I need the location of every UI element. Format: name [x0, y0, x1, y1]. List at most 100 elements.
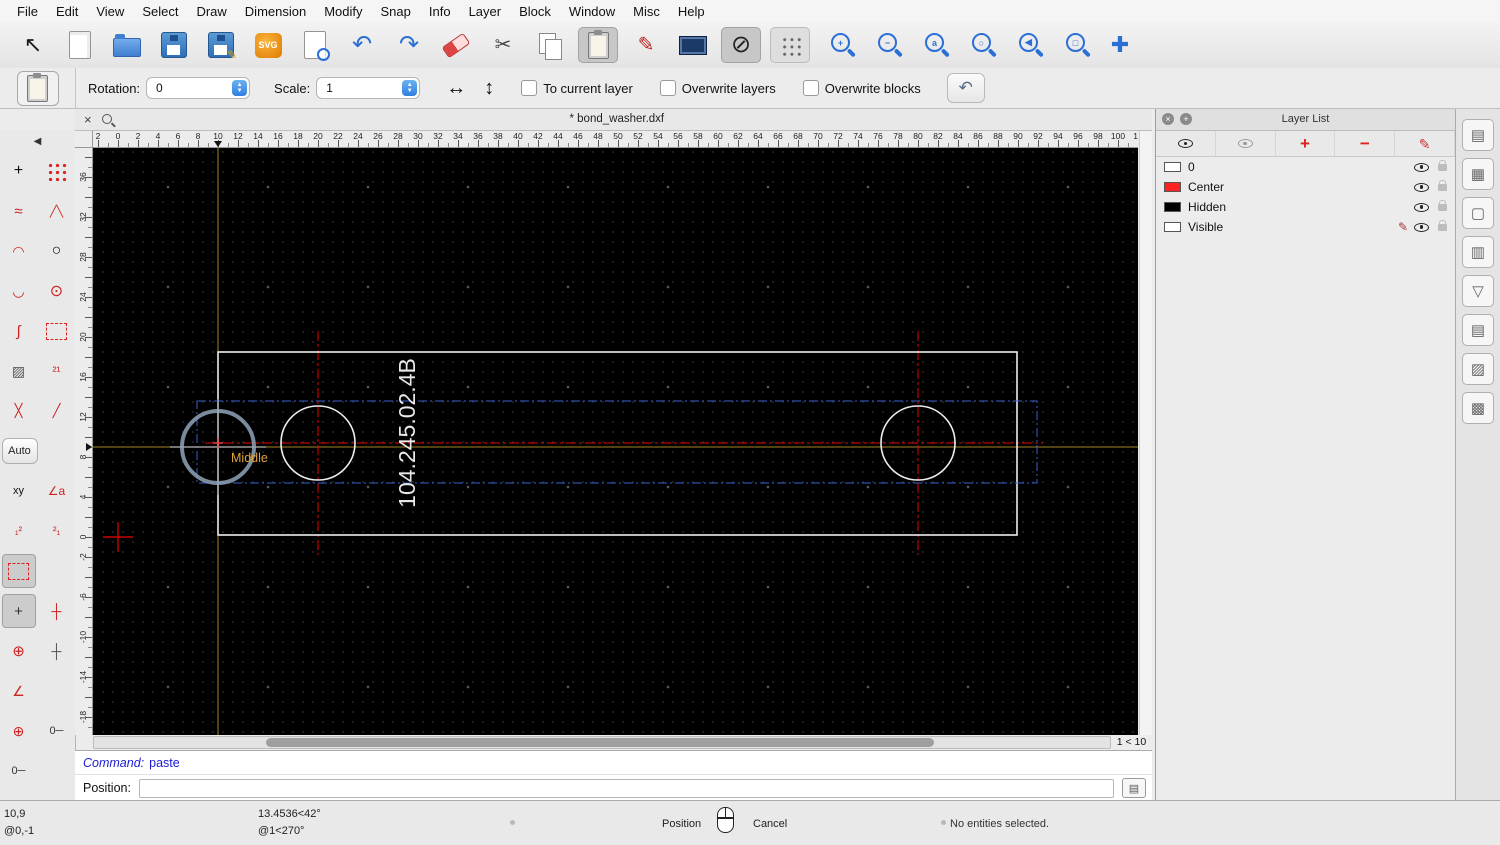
- zoom-auto-icon[interactable]: a: [913, 28, 951, 62]
- draw-order-tool[interactable]: ²¹: [40, 354, 74, 388]
- menu-item-help[interactable]: Help: [669, 4, 714, 19]
- position-input[interactable]: [138, 778, 1114, 798]
- pointer-tool-icon[interactable]: ↖: [14, 28, 52, 62]
- deselect-all-icon[interactable]: ⊘: [721, 27, 761, 63]
- draw-polyline-tool[interactable]: ╱╲: [40, 194, 74, 228]
- new-file-icon[interactable]: [61, 28, 99, 62]
- tab-zoom-icon[interactable]: [101, 114, 112, 124]
- menu-item-window[interactable]: Window: [560, 4, 624, 19]
- layer-row-0[interactable]: 0: [1156, 157, 1455, 177]
- layer-visibility-icon[interactable]: [1414, 202, 1429, 213]
- snap-sequence-2-tool[interactable]: ²₁: [40, 514, 74, 548]
- zoom-redraw-icon[interactable]: ○: [960, 28, 998, 62]
- draw-hatch-tool[interactable]: ▨: [2, 354, 36, 388]
- snap-intersection-tool[interactable]: ┼: [40, 634, 74, 668]
- select-window-icon[interactable]: [674, 28, 712, 62]
- snap-auto-button[interactable]: Auto: [1, 438, 38, 464]
- command-panel-button[interactable]: ▤: [1122, 778, 1146, 798]
- layer-row-hidden[interactable]: Hidden: [1156, 197, 1455, 217]
- remove-layer-button[interactable]: −: [1335, 131, 1396, 156]
- vertical-scrollbar[interactable]: [1139, 130, 1152, 750]
- drawing-canvas[interactable]: 104.245.02.4B Middle: [93, 148, 1138, 735]
- horizontal-scrollbar[interactable]: [93, 736, 1111, 749]
- draw-arc-tool[interactable]: ◠: [2, 234, 36, 268]
- menu-item-edit[interactable]: Edit: [47, 4, 87, 19]
- snap-center-tool[interactable]: ⊕: [2, 634, 36, 668]
- draw-arc-tangent-tool[interactable]: ◡: [2, 274, 36, 308]
- snap-distance-tool[interactable]: ⊕: [2, 714, 36, 748]
- flip-vertical-icon[interactable]: ↕: [484, 78, 494, 98]
- layer-lock-icon[interactable]: [1438, 179, 1447, 191]
- menu-item-snap[interactable]: Snap: [372, 4, 420, 19]
- redo-icon[interactable]: ↷: [390, 28, 428, 62]
- snap-grid-tool[interactable]: +: [1, 594, 36, 628]
- menu-item-dimension[interactable]: Dimension: [236, 4, 315, 19]
- zoom-previous-icon[interactable]: ◀: [1007, 28, 1045, 62]
- lock-relative-zero-tool[interactable]: 0─: [2, 754, 36, 788]
- grid-toggle-icon[interactable]: [770, 27, 810, 63]
- clipboard-dock-icon[interactable]: ▩: [1462, 392, 1494, 424]
- paste-icon[interactable]: [578, 27, 618, 63]
- zoom-in-icon[interactable]: +: [819, 28, 857, 62]
- draw-spline-tool[interactable]: ≈: [2, 194, 36, 228]
- select-area-tool[interactable]: [40, 314, 74, 348]
- command-dock-icon[interactable]: ▥: [1462, 236, 1494, 268]
- pen-attributes-icon[interactable]: ✎: [627, 28, 665, 62]
- layer-row-visible[interactable]: Visible ✎: [1156, 217, 1455, 237]
- copy-icon[interactable]: [531, 28, 569, 62]
- palette-collapse-icon[interactable]: ◀: [0, 130, 75, 152]
- print-preview-icon[interactable]: [296, 28, 334, 62]
- horizontal-scrollbar-thumb[interactable]: [266, 738, 934, 747]
- remove-entity-icon[interactable]: [437, 28, 475, 62]
- draw-points-grid-tool[interactable]: [40, 154, 74, 188]
- layer-lock-icon[interactable]: [1438, 159, 1447, 171]
- draw-freehand-tool[interactable]: ∫: [2, 314, 36, 348]
- layer-visibility-icon[interactable]: [1414, 162, 1429, 173]
- checkbox-overwrite-blocks[interactable]: Overwrite blocks: [802, 80, 921, 96]
- stepper-icon[interactable]: [232, 80, 248, 96]
- checkbox-to-current-layer[interactable]: To current layer: [521, 80, 633, 96]
- snap-sequence-1-tool[interactable]: ₁²: [2, 514, 36, 548]
- scale-combo[interactable]: 1: [316, 77, 421, 99]
- restrict-angle-tool[interactable]: ∠: [2, 674, 36, 708]
- modify-divide-tool[interactable]: ╳: [2, 394, 36, 428]
- undo-icon[interactable]: ↶: [343, 28, 381, 62]
- add-layer-button[interactable]: +: [1276, 131, 1336, 156]
- open-file-icon[interactable]: [108, 28, 146, 62]
- panel-close-icon[interactable]: ×: [1162, 113, 1174, 125]
- rotation-combo[interactable]: 0: [146, 77, 251, 99]
- block-list-dock-icon[interactable]: ▦: [1462, 158, 1494, 190]
- modify-stretch-tool[interactable]: ╱: [40, 394, 74, 428]
- menu-item-draw[interactable]: Draw: [187, 4, 235, 19]
- tab-close-icon[interactable]: ×: [84, 113, 92, 126]
- checkbox-icon[interactable]: [521, 80, 538, 96]
- checkbox-overwrite-layers[interactable]: Overwrite layers: [659, 80, 776, 96]
- layer-lock-icon[interactable]: [1438, 219, 1447, 231]
- snap-endpoint-tool[interactable]: ┼: [40, 594, 74, 628]
- pan-icon[interactable]: ✚: [1101, 28, 1139, 62]
- options-undo-button[interactable]: ↶: [946, 73, 985, 103]
- layer-visibility-icon[interactable]: [1414, 182, 1429, 193]
- zoom-window-icon[interactable]: □: [1054, 28, 1092, 62]
- checkbox-icon[interactable]: [659, 80, 676, 96]
- menu-item-select[interactable]: Select: [133, 4, 187, 19]
- show-all-layers-button[interactable]: [1156, 131, 1216, 156]
- layer-list-dock-icon[interactable]: ▢: [1462, 197, 1494, 229]
- panel-detach-icon[interactable]: +: [1180, 113, 1192, 125]
- menu-item-view[interactable]: View: [87, 4, 133, 19]
- menu-item-block[interactable]: Block: [510, 4, 560, 19]
- checkbox-icon[interactable]: [802, 80, 819, 96]
- zoom-out-icon[interactable]: −: [866, 28, 904, 62]
- menu-item-modify[interactable]: Modify: [315, 4, 371, 19]
- draw-point-tool[interactable]: +: [2, 154, 36, 188]
- menu-item-info[interactable]: Info: [420, 4, 460, 19]
- matrix-dock-icon[interactable]: ▨: [1462, 353, 1494, 385]
- library-browser-dock-icon[interactable]: ▤: [1462, 314, 1494, 346]
- layer-row-center[interactable]: Center: [1156, 177, 1455, 197]
- layer-visibility-icon[interactable]: [1414, 222, 1429, 233]
- properties-dock-icon[interactable]: ▤: [1462, 119, 1494, 151]
- flip-horizontal-icon[interactable]: ↔: [446, 78, 466, 98]
- stepper-icon[interactable]: [402, 80, 418, 96]
- draw-circle-tool[interactable]: ○: [40, 234, 74, 268]
- layer-lock-icon[interactable]: [1438, 199, 1447, 211]
